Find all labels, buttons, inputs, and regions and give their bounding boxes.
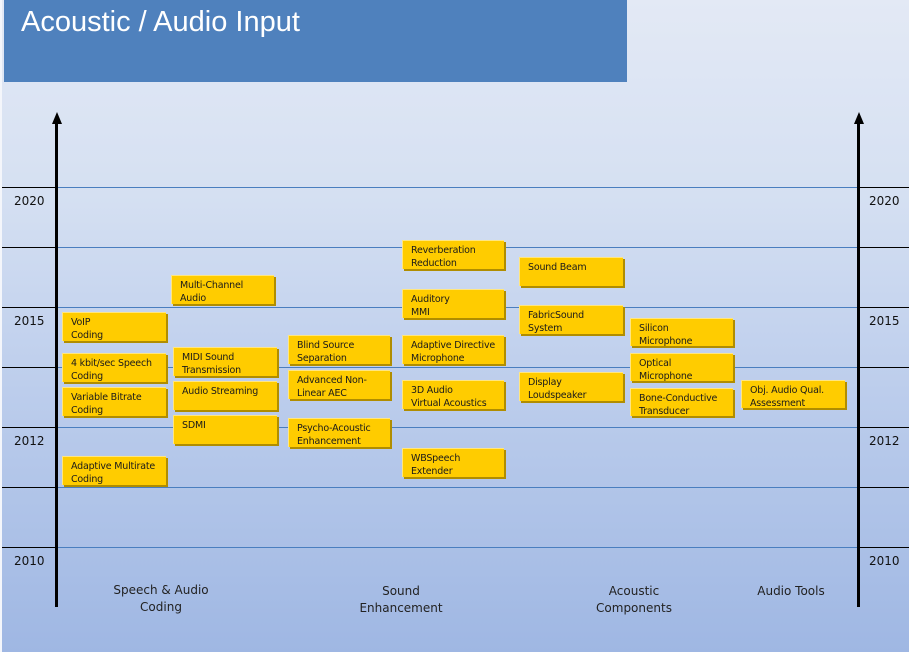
tick-right-4	[858, 367, 909, 368]
tick-left-5	[2, 427, 58, 428]
tech-box-adaptive-multirate-coding: Adaptive Multirate Coding	[62, 456, 166, 485]
tech-box-variable-bitrate-coding: Variable Bitrate Coding	[62, 387, 166, 416]
year-label-2020-left: 2020	[14, 194, 45, 208]
category-label-speech-audio-coding: Speech & Audio Coding	[113, 583, 209, 614]
category-label-sound-enhancement: Sound Enhancement	[359, 584, 443, 615]
tech-box-3d-audio-virtual-acoustics: 3D Audio Virtual Acoustics	[402, 380, 504, 409]
tech-box-bone-conductive-transducer: Bone-Conductive Transducer	[630, 388, 733, 417]
tick-right-6	[858, 487, 909, 488]
category-label-acoustic-components: Acoustic Components	[596, 584, 672, 615]
tech-box-blind-source-separation: Blind Source Separation	[288, 335, 390, 364]
tech-box-audio-streaming: Audio Streaming	[173, 381, 277, 410]
tick-left-3	[2, 307, 58, 308]
tech-box-silicon-microphone: Silicon Microphone	[630, 318, 733, 347]
tech-box-obj-audio-qual-assessment: Obj. Audio Qual. Assessment	[741, 380, 845, 409]
page-title: Acoustic / Audio Input	[21, 6, 300, 38]
tick-left-6	[2, 487, 58, 488]
tick-left-2	[2, 247, 58, 248]
title-banner: Acoustic / Audio Input	[4, 0, 627, 82]
tech-box-advanced-nonlinear-aec: Advanced Non- Linear AEC	[288, 370, 390, 399]
tick-right-2	[858, 247, 909, 248]
time-axis-left	[55, 122, 58, 607]
year-label-2010-left: 2010	[14, 554, 45, 568]
category-label-audio-tools: Audio Tools	[757, 584, 825, 598]
arrow-up-icon	[51, 112, 62, 124]
tick-right-5	[858, 427, 909, 428]
tick-left-1	[2, 187, 58, 188]
year-label-2012-left: 2012	[14, 434, 45, 448]
year-label-2010-right: 2010	[869, 554, 900, 568]
time-axis-right	[857, 122, 860, 607]
tick-left-4	[2, 367, 58, 368]
tech-box-psycho-acoustic-enhancement: Psycho-Acoustic Enhancement	[288, 418, 390, 447]
tech-box-optical-microphone: Optical Microphone	[630, 353, 733, 382]
gridline-2010	[58, 547, 858, 548]
tick-right-1	[858, 187, 909, 188]
year-label-2012-right: 2012	[869, 434, 900, 448]
year-label-2015-left: 2015	[14, 314, 45, 328]
gridline-2020	[58, 187, 858, 188]
arrow-up-icon	[853, 112, 864, 124]
tech-box-4kbit-speech-coding: 4 kbit/sec Speech Coding	[62, 353, 166, 382]
tech-box-midi-sound-transmission: MIDI Sound Transmission	[173, 347, 277, 376]
tech-box-sdmi: SDMI	[173, 415, 277, 444]
tick-left-7	[2, 547, 58, 548]
tech-box-reverberation-reduction: Reverberation Reduction	[402, 240, 504, 269]
tick-right-7	[858, 547, 909, 548]
tech-box-display-loudspeaker: Display Loudspeaker	[519, 372, 623, 401]
year-label-2015-right: 2015	[869, 314, 900, 328]
tech-box-fabricsound-system: FabricSound System	[519, 305, 623, 334]
tech-box-voip-coding: VoIP Coding	[62, 312, 166, 341]
tech-box-multi-channel-audio: Multi-Channel Audio	[171, 275, 274, 304]
year-label-2020-right: 2020	[869, 194, 900, 208]
tick-right-3	[858, 307, 909, 308]
tech-box-wbspeech-extender: WBSpeech Extender	[402, 448, 504, 477]
gridline-2011	[58, 487, 858, 488]
tech-box-adaptive-directive-microphone: Adaptive Directive Microphone	[402, 335, 504, 364]
tech-box-auditory-mmi: Auditory MMI	[402, 289, 504, 318]
tech-box-sound-beam: Sound Beam	[519, 257, 623, 286]
